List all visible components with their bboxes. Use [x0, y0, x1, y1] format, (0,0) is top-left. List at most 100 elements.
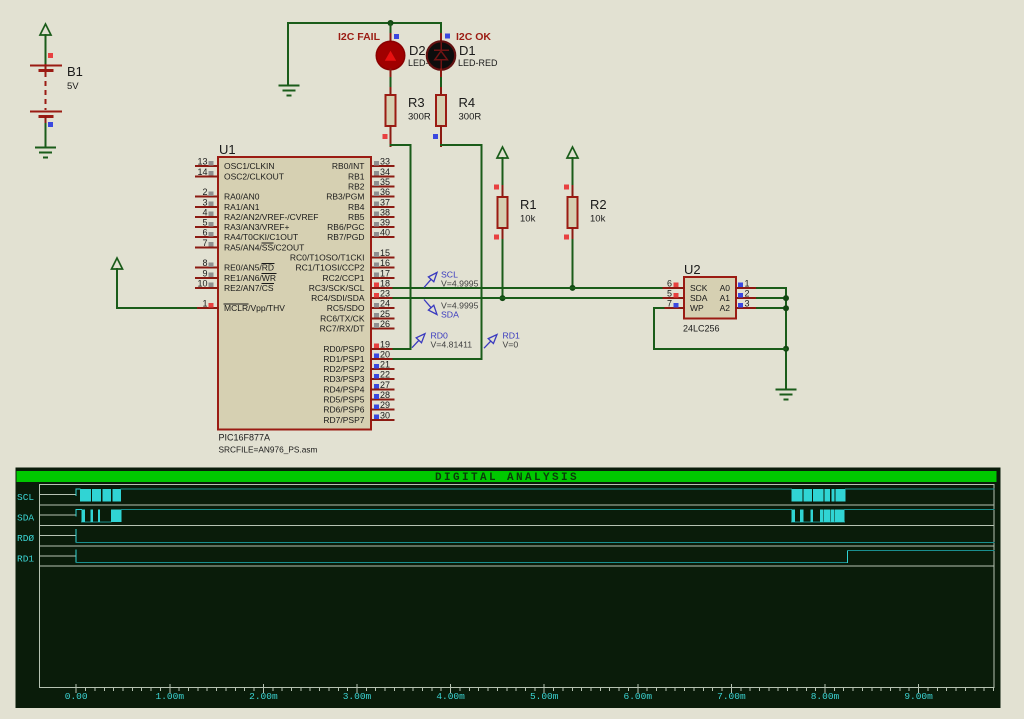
svg-text:RD5/PSP5: RD5/PSP5 [323, 395, 364, 405]
svg-text:RB3/PGM: RB3/PGM [326, 192, 364, 202]
svg-text:RA0/AN0: RA0/AN0 [224, 192, 260, 202]
svg-text:RB7/PGD: RB7/PGD [327, 232, 364, 242]
svg-text:10k: 10k [520, 214, 536, 225]
svg-text:I2C OK: I2C OK [456, 31, 491, 43]
svg-text:D2: D2 [409, 43, 426, 58]
svg-text:16: 16 [380, 258, 390, 268]
svg-text:5: 5 [667, 289, 672, 299]
svg-text:I2C FAIL: I2C FAIL [338, 31, 381, 43]
svg-text:26: 26 [380, 319, 390, 329]
svg-text:3: 3 [202, 197, 207, 207]
svg-text:7.00m: 7.00m [717, 691, 746, 702]
svg-text:3: 3 [745, 299, 750, 309]
svg-text:33: 33 [380, 157, 390, 167]
svg-text:300R: 300R [459, 112, 482, 123]
svg-text:34: 34 [380, 167, 390, 177]
svg-text:23: 23 [380, 289, 390, 299]
svg-text:28: 28 [380, 390, 390, 400]
svg-text:RA5/AN4/SS/C2OUT: RA5/AN4/SS/C2OUT [224, 242, 304, 252]
svg-text:U2: U2 [684, 262, 701, 277]
svg-text:22: 22 [380, 370, 390, 380]
svg-text:RE1/AN6/WR: RE1/AN6/WR [224, 273, 276, 283]
svg-text:21: 21 [380, 360, 390, 370]
svg-text:25: 25 [380, 309, 390, 319]
svg-text:R4: R4 [459, 95, 476, 110]
svg-text:V=4.9995: V=4.9995 [441, 278, 479, 288]
svg-text:LED-RED: LED-RED [458, 58, 498, 68]
svg-text:2.00m: 2.00m [249, 691, 278, 702]
svg-text:OSC2/CLKOUT: OSC2/CLKOUT [224, 171, 284, 181]
svg-text:RD2/PSP2: RD2/PSP2 [323, 364, 364, 374]
svg-text:40: 40 [380, 228, 390, 238]
svg-text:B1: B1 [67, 64, 83, 79]
svg-text:RC0/T1OSO/T1CKI: RC0/T1OSO/T1CKI [290, 253, 365, 263]
svg-text:RE2/AN7/CS: RE2/AN7/CS [224, 283, 274, 293]
svg-text:4.00m: 4.00m [436, 691, 465, 702]
svg-text:9: 9 [202, 268, 207, 278]
svg-text:SDA: SDA [441, 310, 459, 320]
svg-text:24: 24 [380, 299, 390, 309]
svg-text:RB6/PGC: RB6/PGC [327, 222, 364, 232]
svg-text:RB1: RB1 [348, 171, 365, 181]
svg-text:27: 27 [380, 380, 390, 390]
svg-text:MCLR/Vpp/THV: MCLR/Vpp/THV [224, 303, 285, 313]
svg-text:A2: A2 [720, 303, 731, 313]
svg-text:3.00m: 3.00m [343, 691, 372, 702]
svg-text:6: 6 [202, 228, 207, 238]
svg-text:14: 14 [197, 167, 207, 177]
svg-text:SRCFILE=AN976_PS.asm: SRCFILE=AN976_PS.asm [219, 445, 318, 455]
svg-text:36: 36 [380, 187, 390, 197]
svg-text:SCK: SCK [690, 283, 708, 293]
svg-text:4: 4 [202, 207, 207, 217]
svg-text:RA4/T0CKI/C1OUT: RA4/T0CKI/C1OUT [224, 232, 298, 242]
svg-text:RB4: RB4 [348, 202, 365, 212]
svg-text:10k: 10k [590, 214, 606, 225]
svg-text:PIC16F877A: PIC16F877A [219, 433, 271, 443]
svg-text:6: 6 [667, 278, 672, 288]
svg-text:RD0/PSP0: RD0/PSP0 [323, 344, 364, 354]
svg-text:17: 17 [380, 268, 390, 278]
svg-text:RD1: RD1 [17, 553, 34, 564]
svg-text:RD4/PSP4: RD4/PSP4 [323, 384, 364, 394]
svg-text:RC1/T1OSI/CCP2: RC1/T1OSI/CCP2 [296, 263, 365, 273]
svg-text:1: 1 [745, 278, 750, 288]
svg-text:38: 38 [380, 207, 390, 217]
svg-text:5.00m: 5.00m [530, 691, 559, 702]
svg-text:RA3/AN3/VREF+: RA3/AN3/VREF+ [224, 222, 289, 232]
svg-text:RC4/SDI/SDA: RC4/SDI/SDA [311, 293, 365, 303]
svg-text:39: 39 [380, 218, 390, 228]
svg-text:5: 5 [202, 218, 207, 228]
svg-text:A0: A0 [720, 283, 731, 293]
svg-text:RA2/AN2/VREF-/CVREF: RA2/AN2/VREF-/CVREF [224, 212, 318, 222]
svg-text:RD7/PSP7: RD7/PSP7 [323, 415, 364, 425]
svg-text:V=4.81411: V=4.81411 [431, 339, 473, 349]
svg-text:19: 19 [380, 339, 390, 349]
svg-text:RE0/AN5/RD: RE0/AN5/RD [224, 263, 274, 273]
svg-text:8: 8 [202, 258, 207, 268]
svg-text:R3: R3 [408, 95, 425, 110]
svg-text:37: 37 [380, 197, 390, 207]
svg-text:R1: R1 [520, 197, 537, 212]
svg-text:29: 29 [380, 400, 390, 410]
svg-text:10: 10 [197, 278, 207, 288]
svg-text:18: 18 [380, 278, 390, 288]
svg-text:8.00m: 8.00m [811, 691, 840, 702]
svg-text:D1: D1 [459, 43, 476, 58]
svg-text:RB0/INT: RB0/INT [332, 161, 365, 171]
svg-text:13: 13 [197, 157, 207, 167]
svg-text:1.00m: 1.00m [156, 691, 185, 702]
svg-text:WP: WP [690, 303, 704, 313]
svg-text:DIGITAL ANALYSIS: DIGITAL ANALYSIS [435, 472, 579, 484]
svg-text:0.00: 0.00 [65, 691, 88, 702]
svg-text:SDA: SDA [690, 293, 708, 303]
svg-text:24LC256: 24LC256 [683, 324, 720, 334]
svg-text:U1: U1 [219, 142, 236, 157]
svg-text:5V: 5V [67, 81, 79, 92]
svg-text:RD3/PSP3: RD3/PSP3 [323, 374, 364, 384]
svg-text:RD6/PSP6: RD6/PSP6 [323, 405, 364, 415]
svg-text:2: 2 [745, 289, 750, 299]
svg-text:OSC1/CLKIN: OSC1/CLKIN [224, 161, 275, 171]
svg-text:7: 7 [667, 299, 672, 309]
svg-text:20: 20 [380, 349, 390, 359]
svg-text:RDØ: RDØ [17, 533, 34, 544]
